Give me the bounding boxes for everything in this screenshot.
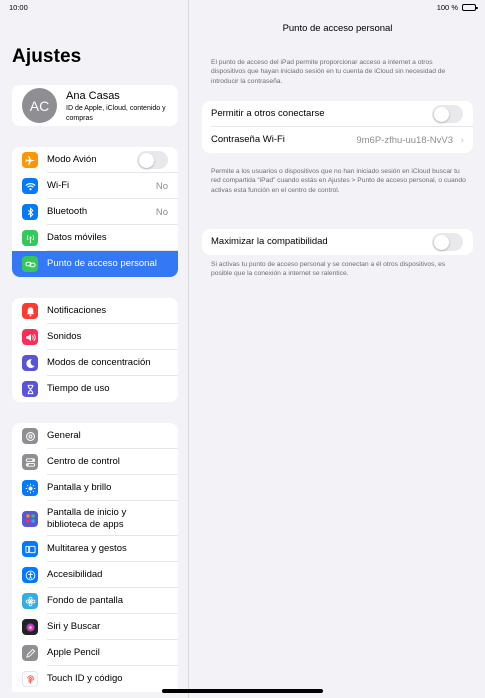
maximize-compatibility-row[interactable]: Maximizar la compatibilidad xyxy=(202,229,473,255)
hourglass-icon xyxy=(22,381,38,397)
sidebar-item-label: Accesibilidad xyxy=(47,569,103,580)
hotspot-icon xyxy=(22,256,38,272)
hotspot-intro-text: El punto de acceso del iPad permite prop… xyxy=(211,59,446,85)
sidebar-item-notifications[interactable]: Notificaciones xyxy=(12,298,178,324)
bluetooth-status: No xyxy=(155,206,168,218)
sidebar-item-label: Modo Avión xyxy=(47,154,97,165)
bluetooth-icon xyxy=(22,204,38,220)
sidebar-item-sounds[interactable]: Sonidos xyxy=(12,324,178,350)
compatibility-note: Si activas tu punto de acceso personal y… xyxy=(211,261,446,278)
sidebar-item-label: Pantalla de inicio y biblioteca de apps xyxy=(47,506,127,530)
sidebar-item-siri[interactable]: Siri y Buscar xyxy=(12,614,178,640)
maximize-compatibility-label: Maximizar la compatibilidad xyxy=(211,236,328,247)
sidebar-item-control-center[interactable]: Centro de control xyxy=(12,449,178,475)
sidebar-item-label: Datos móviles xyxy=(47,232,107,243)
sidebar-item-label: Touch ID y código xyxy=(47,673,123,684)
allow-others-label: Permitir a otros conectarse xyxy=(211,108,325,119)
status-right: 100 % xyxy=(436,3,478,12)
sidebar-item-screen-time[interactable]: Tiempo de uso xyxy=(12,376,178,402)
moon-icon xyxy=(22,355,38,371)
sidebar-item-home-screen[interactable]: Pantalla de inicio y biblioteca de apps xyxy=(12,501,178,536)
airplane-mode-toggle[interactable] xyxy=(137,151,168,169)
sidebar-item-label: Centro de control xyxy=(47,456,120,467)
connectivity-group: Modo Avión Wi-Fi No Bluetooth No Datos m… xyxy=(12,147,178,277)
settings-sidebar: Ajustes AC Ana Casas ID de Apple, iCloud… xyxy=(0,0,189,698)
sidebar-title: Ajustes xyxy=(12,46,82,67)
battery-icon xyxy=(462,4,478,11)
gear-icon xyxy=(22,428,38,444)
hotspot-detail-pane: Punto de acceso personal El punto de acc… xyxy=(190,0,485,698)
battery-percent: 100 % xyxy=(436,3,458,12)
sidebar-item-bluetooth[interactable]: Bluetooth No xyxy=(12,199,178,225)
sidebar-item-apple-pencil[interactable]: Apple Pencil xyxy=(12,640,178,666)
status-time: 10:00 xyxy=(9,3,28,12)
wifi-icon xyxy=(22,178,38,194)
airplane-icon xyxy=(22,152,38,168)
sidebar-item-label: Pantalla y brillo xyxy=(47,482,112,493)
hotspot-settings-card: Permitir a otros conectarse Contraseña W… xyxy=(202,101,473,153)
page-title: Punto de acceso personal xyxy=(282,23,393,34)
allow-others-note: Permite a los usuarios o dispositivos qu… xyxy=(211,168,466,194)
compatibility-card: Maximizar la compatibilidad xyxy=(202,229,473,255)
sun-icon xyxy=(22,480,38,496)
wifi-password-label: Contraseña Wi-Fi xyxy=(211,134,285,145)
flower-icon xyxy=(22,593,38,609)
sidebar-item-label: Multitarea y gestos xyxy=(47,543,127,554)
sidebar-item-general[interactable]: General xyxy=(12,423,178,449)
sidebar-item-label: Fondo de pantalla xyxy=(47,595,124,606)
sidebar-item-label: Notificaciones xyxy=(47,305,107,316)
status-bar: 10:00 100 % xyxy=(0,0,485,14)
profile-subtitle: ID de Apple, iCloud, contenido y compras xyxy=(66,105,166,122)
apple-id-profile[interactable]: AC Ana Casas ID de Apple, iCloud, conten… xyxy=(12,85,178,126)
sidebar-item-airplane-mode[interactable]: Modo Avión xyxy=(12,147,178,173)
sidebar-item-touch-id[interactable]: Touch ID y código xyxy=(12,666,178,692)
sidebar-item-label: Tiempo de uso xyxy=(47,383,110,394)
sidebar-item-label: Modos de concentración xyxy=(47,357,151,368)
wifi-status: No xyxy=(155,180,168,192)
antenna-icon xyxy=(22,230,38,246)
pencil-icon xyxy=(22,645,38,661)
fingerprint-icon xyxy=(22,671,38,687)
grid-icon xyxy=(22,510,38,527)
sidebar-item-label: Sonidos xyxy=(47,331,82,342)
maximize-compatibility-toggle[interactable] xyxy=(432,233,463,251)
sidebar-item-label: Apple Pencil xyxy=(47,647,100,658)
chevron-right-icon: › xyxy=(460,134,464,146)
sidebar-item-multitasking[interactable]: Multitarea y gestos xyxy=(12,536,178,562)
sidebar-item-label: General xyxy=(47,430,81,441)
sidebar-item-label: Bluetooth xyxy=(47,206,88,217)
siri-icon xyxy=(22,619,38,635)
sidebar-item-focus[interactable]: Modos de concentración xyxy=(12,350,178,376)
bell-icon xyxy=(22,303,38,319)
speaker-icon xyxy=(22,329,38,345)
sidebar-item-wallpaper[interactable]: Fondo de pantalla xyxy=(12,588,178,614)
profile-name: Ana Casas xyxy=(66,90,120,102)
sidebar-item-label: Wi-Fi xyxy=(47,180,70,191)
allow-others-toggle[interactable] xyxy=(432,105,463,123)
sidebar-item-label: Punto de acceso personal xyxy=(47,258,157,269)
switches-icon xyxy=(22,454,38,470)
sidebar-item-wifi[interactable]: Wi-Fi No xyxy=(12,173,178,199)
allow-others-row[interactable]: Permitir a otros conectarse xyxy=(202,101,473,127)
notifications-group: Notificaciones Sonidos Modos de concentr… xyxy=(12,298,178,402)
sidebar-item-mobile-data[interactable]: Datos móviles xyxy=(12,225,178,251)
home-indicator[interactable] xyxy=(162,689,323,693)
sidebar-item-display[interactable]: Pantalla y brillo xyxy=(12,475,178,501)
wifi-password-row[interactable]: Contraseña Wi-Fi 9m6P-zfhu-uu18-NvV3 › xyxy=(202,127,473,153)
avatar: AC xyxy=(22,88,57,123)
sidebar-item-accessibility[interactable]: Accesibilidad xyxy=(12,562,178,588)
general-group: General Centro de control Pantalla y bri… xyxy=(12,423,178,692)
wifi-password-value: 9m6P-zfhu-uu18-NvV3 xyxy=(356,134,453,146)
accessibility-icon xyxy=(22,567,38,583)
multitask-icon xyxy=(22,541,38,557)
sidebar-item-label: Siri y Buscar xyxy=(47,621,101,632)
sidebar-item-personal-hotspot[interactable]: Punto de acceso personal xyxy=(12,251,178,277)
